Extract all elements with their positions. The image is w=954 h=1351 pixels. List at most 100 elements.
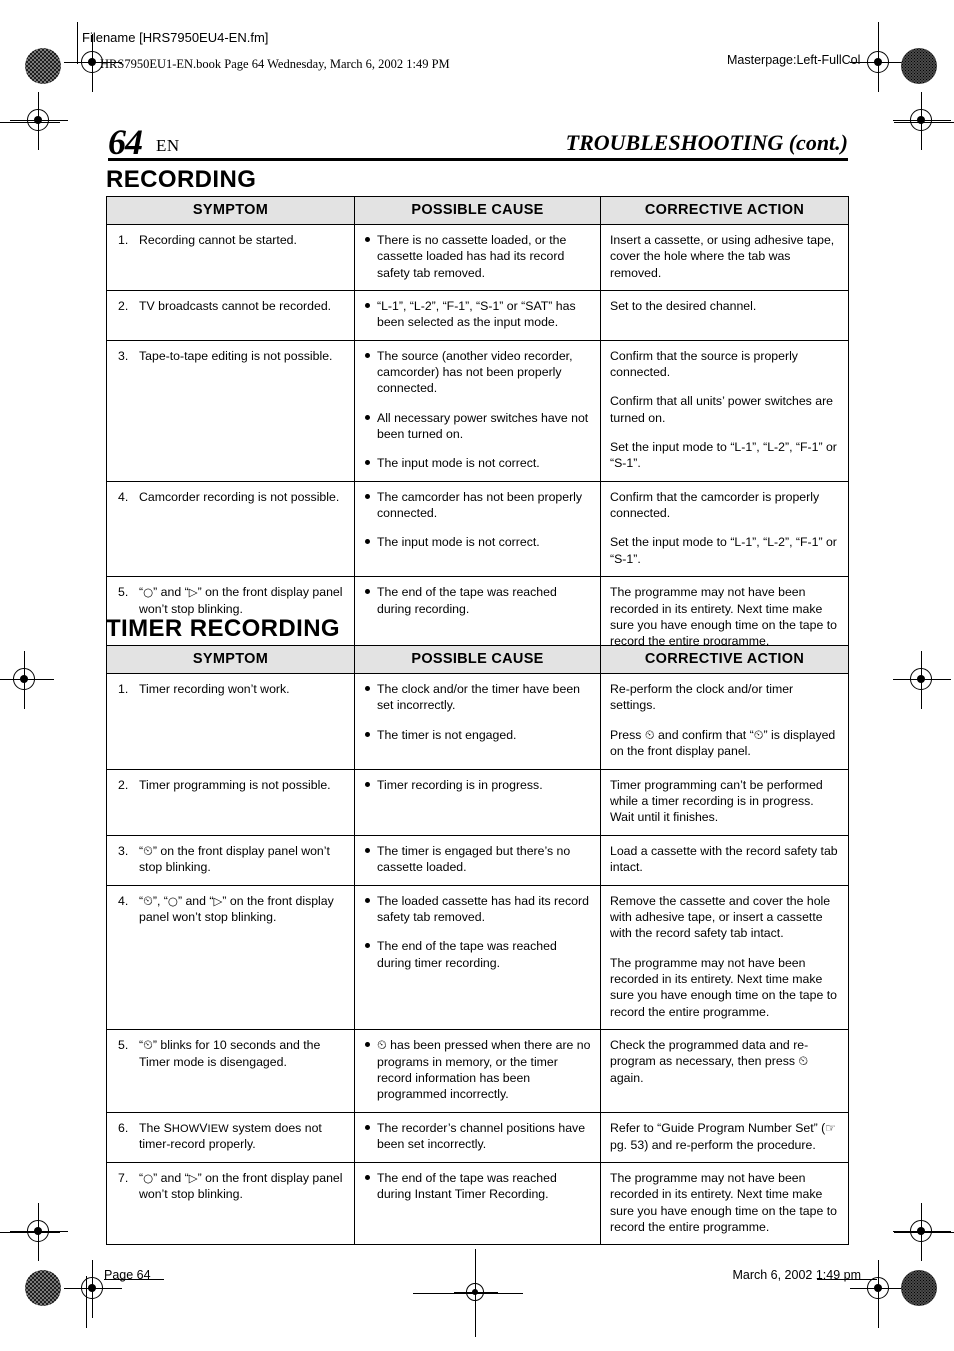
action-item: The programme may not have been recorded… — [610, 585, 837, 649]
registration-mark-left-corner — [10, 92, 68, 150]
table-row: 7. “○” and “▷” on the front display pane… — [106, 1162, 849, 1246]
cause-cell: Timer recording is in progress. — [354, 768, 601, 836]
table-row: 1. Recording cannot be started. There is… — [106, 223, 849, 292]
symptom-cell: 3. “⏲” on the front display panel won’t … — [106, 834, 355, 886]
cause-item: “L-1”, “L-2”, “F-1”, “S-1” or “SAT” has … — [364, 298, 591, 331]
row-number: 2. — [118, 777, 129, 792]
stop-circle-icon: ○ — [167, 893, 178, 908]
cause-item: The camcorder has not been properly conn… — [364, 489, 591, 522]
symptom-text: The SHOWVIEW system does not timer-recor… — [139, 1120, 345, 1153]
symptom-cell: 1. Recording cannot be started. — [106, 223, 355, 292]
action-item: The programme may not have been recorded… — [610, 955, 837, 1019]
action-cell: The programme may not have been recorded… — [600, 1162, 849, 1246]
action-cell: Set to the desired channel. — [600, 290, 849, 341]
timer-clock-icon: ⏲ — [377, 1037, 387, 1053]
cause-list: The clock and/or the timer have been set… — [364, 681, 591, 743]
symptom-text-after: ” on the front display panel won’t stop … — [139, 843, 330, 875]
symptom-cell: 5. “⏲” blinks for 10 seconds and the Tim… — [106, 1029, 355, 1113]
symptom-cell: 4. Camcorder recording is not possible. — [106, 480, 355, 578]
action-item: Confirm that all units’ power switches a… — [610, 394, 834, 425]
action-item: Set the input mode to “L-1”, “L-2”, “F-1… — [610, 535, 837, 566]
column-header-possible-cause: POSSIBLE CAUSE — [354, 196, 601, 225]
stop-circle-icon: ○ — [143, 1171, 154, 1186]
action-item: Refer to “Guide Program Number Set” (☞ p… — [610, 1120, 839, 1153]
cause-cell: The source (another video recorder, camc… — [354, 339, 601, 482]
symptom-text: “○” and “▷” on the front display panel w… — [139, 585, 343, 616]
action-text-middle: and confirm that “ — [654, 727, 754, 742]
action-text-before: Press — [610, 727, 645, 742]
play-triangle-icon: ▷ — [213, 893, 223, 908]
cause-cell: The camcorder has not been properly conn… — [354, 480, 601, 578]
timer-recording-troubleshooting-table: SYMPTOM POSSIBLE CAUSE CORRECTIVE ACTION… — [106, 645, 849, 1246]
action-text-after: pg. 53) and re-perform the procedure. — [610, 1137, 816, 1152]
row-number: 7. — [118, 1171, 129, 1186]
row-number: 1. — [118, 682, 129, 696]
footer-timestamp: March 6, 2002 1:49 pm — [732, 1268, 861, 1282]
cause-list: The recorder’s channel positions have be… — [364, 1120, 591, 1153]
cause-cell: “L-1”, “L-2”, “F-1”, “S-1” or “SAT” has … — [354, 290, 601, 341]
cause-list: The source (another video recorder, camc… — [364, 348, 591, 472]
table-header-row: SYMPTOM POSSIBLE CAUSE CORRECTIVE ACTION — [106, 196, 849, 225]
cause-item: The input mode is not correct. — [364, 455, 591, 471]
registration-mark-left-middle — [0, 651, 54, 709]
showview-smallcaps-how: HOW — [171, 1122, 200, 1135]
table-row: 3. Tape-to-tape editing is not possible.… — [106, 339, 849, 482]
symptom-text: TV broadcasts cannot be recorded. — [139, 299, 332, 314]
page-header-row: 64 EN TROUBLESHOOTING (cont.) — [108, 118, 848, 162]
action-item: Remove the cassette and cover the hole w… — [610, 893, 831, 941]
timer-clock-icon: ⏲ — [644, 726, 655, 742]
symptom-text: Recording cannot be started. — [139, 233, 297, 247]
cause-item: The end of the tape was reached during r… — [364, 584, 591, 617]
cause-cell: The loaded cassette has had its record s… — [354, 884, 601, 1031]
row-number: 1. — [118, 233, 129, 247]
table-row: 6. The SHOWVIEW system does not timer-re… — [106, 1111, 849, 1164]
symptom-cell: 3. Tape-to-tape editing is not possible. — [106, 339, 355, 482]
table-row: 5. “⏲” blinks for 10 seconds and the Tim… — [106, 1029, 849, 1113]
column-header-corrective-action: CORRECTIVE ACTION — [600, 196, 849, 225]
halftone-density-patch-bottom-left — [25, 1270, 61, 1306]
cause-cell: ⏲ has been pressed when there are no pro… — [354, 1029, 601, 1113]
action-text-after: again. — [610, 1071, 644, 1086]
trim-line-top-right-v — [878, 22, 879, 82]
trim-line-top-left-v — [77, 22, 78, 64]
cause-list: ⏲ has been pressed when there are no pro… — [364, 1037, 591, 1103]
trim-line-bottom-right-v — [878, 1266, 879, 1328]
stop-circle-icon: ○ — [143, 585, 154, 600]
table-row: 4. Camcorder recording is not possible. … — [106, 480, 849, 578]
cause-list: “L-1”, “L-2”, “F-1”, “S-1” or “SAT” has … — [364, 298, 591, 331]
trim-line-bottom-center-v — [475, 1249, 476, 1337]
action-cell: Insert a cassette, or using adhesive tap… — [600, 223, 849, 292]
section-heading-timer-recording: TIMER RECORDING — [106, 615, 340, 642]
table-header-row: SYMPTOM POSSIBLE CAUSE CORRECTIVE ACTION — [106, 645, 849, 674]
row-number: 3. — [118, 348, 129, 363]
action-item: Confirm that the camcorder is properly c… — [610, 489, 820, 521]
table-row: 2. Timer programming is not possible. Ti… — [106, 768, 849, 836]
symptom-cell: 6. The SHOWVIEW system does not timer-re… — [106, 1111, 355, 1164]
symptom-text: Timer recording won’t work. — [139, 682, 290, 696]
timer-clock-icon: ⏲ — [798, 1053, 809, 1069]
trim-line-top-right-h — [894, 122, 954, 123]
cause-text: has been pressed when there are no progr… — [377, 1038, 591, 1102]
action-item: Set the input mode to “L-1”, “L-2”, “F-1… — [610, 440, 837, 471]
symptom-text: Timer programming is not possible. — [139, 777, 331, 792]
action-cell: Remove the cassette and cover the hole w… — [600, 884, 849, 1031]
halftone-density-patch-top-right — [901, 48, 937, 84]
page-number: 64 — [108, 122, 143, 162]
action-item: The programme may not have been recorded… — [610, 1171, 837, 1235]
column-header-symptom: SYMPTOM — [106, 196, 355, 225]
row-number: 6. — [118, 1120, 129, 1135]
cause-cell: The clock and/or the timer have been set… — [354, 673, 601, 770]
halftone-density-patch-top-left — [25, 48, 61, 84]
registration-mark-right-bottom-corner — [893, 1203, 951, 1261]
play-triangle-icon: ▷ — [188, 1171, 198, 1186]
timer-clock-icon: ⏲ — [143, 1037, 153, 1053]
action-text-before: Refer to “Guide Program Number Set” ( — [610, 1120, 826, 1135]
action-text-before: Check the programmed data and re-program… — [610, 1038, 809, 1069]
symptom-cell: 2. Timer programming is not possible. — [106, 768, 355, 836]
cause-cell: The recorder’s channel positions have be… — [354, 1111, 601, 1164]
cause-item: Timer recording is in progress. — [364, 777, 591, 793]
symptom-cell: 7. “○” and “▷” on the front display pane… — [106, 1162, 355, 1246]
symptom-text: “○” and “▷” on the front display panel w… — [139, 1171, 343, 1202]
play-triangle-icon: ▷ — [188, 585, 198, 600]
cause-item: The end of the tape was reached during t… — [364, 938, 591, 971]
